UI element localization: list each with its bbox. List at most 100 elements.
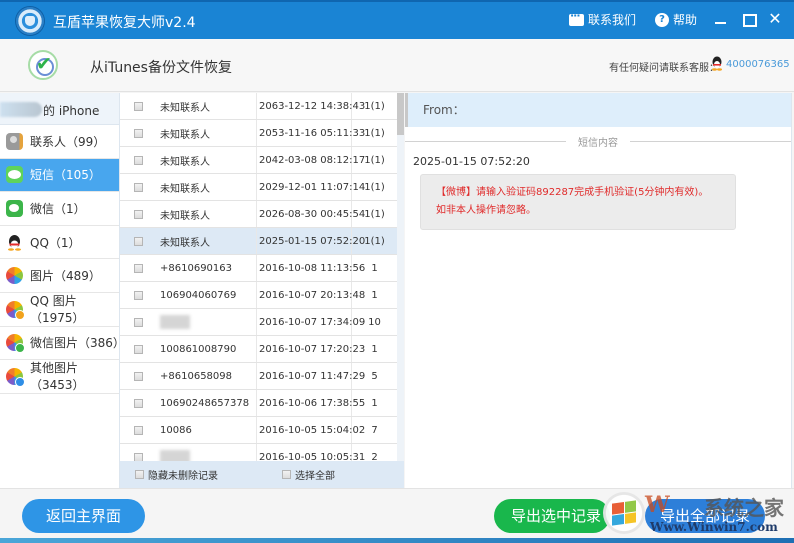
time-cell: 2016-10-07 11:47:29 <box>257 363 365 389</box>
count-cell: 1(1) <box>364 235 385 247</box>
message-line-2: 如非本人操作请忽略。 <box>436 205 536 216</box>
count-cell: 1(1) <box>364 127 385 139</box>
row-checkbox[interactable] <box>134 290 143 300</box>
support-phone-link[interactable]: 4000076365 <box>726 59 790 70</box>
mode-title: 从iTunes备份文件恢复 <box>90 60 232 76</box>
message-row[interactable]: 100861008790 2016-10-07 17:20:23 1 <box>120 336 397 363</box>
message-row[interactable]: 106904060769 2016-10-07 20:13:48 1 <box>120 282 397 309</box>
row-checkbox-cell[interactable] <box>120 155 157 165</box>
message-row[interactable]: +8610690163 2016-10-08 11:13:56 1 <box>120 255 397 282</box>
row-checkbox-cell[interactable] <box>120 452 157 461</box>
contact-us-label: 联系我们 <box>588 13 637 27</box>
count-cell: 1 <box>371 397 378 409</box>
name-cell: +8610658098 <box>157 363 257 389</box>
message-row[interactable]: 未知联系人 2053-11-16 05:11:33 1(1) <box>120 120 397 147</box>
sidebar-item[interactable]: 联系人（99） <box>0 125 119 159</box>
sidebar-item[interactable]: 微信图片（386） <box>0 327 125 361</box>
maximize-button[interactable] <box>740 10 758 28</box>
row-checkbox-cell[interactable] <box>120 344 157 354</box>
sidebar-item-label: 微信图片（386） <box>30 336 125 351</box>
help-button[interactable]: ? 帮助 <box>655 11 697 28</box>
message-row[interactable]: 未知联系人 2026-08-30 00:45:54 1(1) <box>120 201 397 228</box>
sidebar-item[interactable]: 微信（1） <box>0 192 119 226</box>
contacts-icon <box>6 132 23 150</box>
minimize-button[interactable] <box>712 10 730 28</box>
row-checkbox[interactable] <box>134 182 143 192</box>
name-cell: 未知联系人 <box>157 147 257 173</box>
row-checkbox[interactable] <box>134 236 143 246</box>
hide-undeleted-checkbox[interactable]: 隐藏未删除记录 <box>135 467 218 482</box>
row-checkbox-cell[interactable] <box>120 398 157 408</box>
sidebar-item[interactable]: 短信（105） <box>0 158 119 193</box>
contact-name: 106904060769 <box>160 289 237 301</box>
itunes-backup-check-icon <box>28 50 58 80</box>
other-photos-icon <box>6 367 25 387</box>
row-checkbox-cell[interactable] <box>120 317 157 327</box>
close-button[interactable]: ✕ <box>766 10 784 28</box>
row-checkbox-cell[interactable] <box>120 371 157 381</box>
message-row[interactable]: +8610658098 2016-10-07 11:47:29 5 <box>120 363 397 390</box>
back-to-main-button[interactable]: 返回主界面 <box>22 499 145 533</box>
count-cell: 1(1) <box>364 100 385 112</box>
sidebar-item[interactable]: QQ 图片（1975） <box>0 293 119 327</box>
message-row[interactable]: 10690248657378 2016-10-06 17:38:55 1 <box>120 390 397 417</box>
help-label: 帮助 <box>673 13 698 27</box>
row-checkbox[interactable] <box>134 317 143 327</box>
contact-name: 未知联系人 <box>160 102 210 114</box>
row-checkbox-cell[interactable] <box>120 101 157 111</box>
message-row[interactable]: 未知联系人 2042-03-08 08:12:17 1(1) <box>120 147 397 174</box>
sidebar-item-label: 微信（1） <box>30 201 86 216</box>
device-name: 的 iPhone <box>43 104 100 118</box>
row-checkbox[interactable] <box>134 209 143 219</box>
count-cell: 1(1) <box>364 181 385 193</box>
name-cell: 106904060769 <box>157 282 257 308</box>
checkbox-icon[interactable] <box>282 470 291 479</box>
row-checkbox[interactable] <box>134 452 143 461</box>
message-row[interactable]: 未知联系人 2029-12-01 11:07:14 1(1) <box>120 174 397 201</box>
sidebar-item-label: QQ 图片（1975） <box>30 294 85 326</box>
time-cell: 2025-01-15 07:52:20 <box>257 228 365 254</box>
bottom-bar: 返回主界面 导出选中记录 导出全部记录 <box>0 488 794 543</box>
message-row[interactable]: 2016-10-05 10:05:31 2 <box>120 444 397 461</box>
list-scrollbar[interactable] <box>397 93 404 461</box>
row-checkbox-cell[interactable] <box>120 182 157 192</box>
time-cell: 2016-10-07 20:13:48 <box>257 282 365 308</box>
sidebar-item[interactable]: 其他图片（3453） <box>0 360 119 394</box>
hide-undeleted-label: 隐藏未删除记录 <box>148 471 218 482</box>
name-cell: 未知联系人 <box>157 174 257 200</box>
name-cell: 未知联系人 <box>157 93 257 119</box>
contact-name: 未知联系人 <box>160 156 210 168</box>
name-cell: 未知联系人 <box>157 120 257 146</box>
export-selected-button[interactable]: 导出选中记录 <box>494 499 610 533</box>
row-checkbox-cell[interactable] <box>120 425 157 435</box>
message-row[interactable]: 2016-10-07 17:34:09 10 <box>120 309 397 336</box>
row-checkbox[interactable] <box>134 398 143 408</box>
row-checkbox[interactable] <box>134 425 143 435</box>
row-checkbox-cell[interactable] <box>120 290 157 300</box>
device-name-blurred <box>0 102 42 117</box>
row-checkbox-cell[interactable] <box>120 236 157 246</box>
row-checkbox[interactable] <box>134 371 143 381</box>
row-checkbox-cell[interactable] <box>120 128 157 138</box>
sidebar-item[interactable]: QQ（1） <box>0 226 119 260</box>
scrollbar-thumb[interactable] <box>397 93 404 135</box>
select-all-checkbox[interactable]: 选择全部 <box>282 467 335 482</box>
row-checkbox[interactable] <box>134 155 143 165</box>
row-checkbox[interactable] <box>134 263 143 273</box>
count-cell: 1 <box>371 289 378 301</box>
contact-us-button[interactable]: 联系我们 <box>569 9 637 28</box>
row-checkbox[interactable] <box>134 344 143 354</box>
sidebar-item[interactable]: 图片（489） <box>0 259 119 293</box>
message-row[interactable]: 未知联系人 2063-12-12 14:38:43 1(1) <box>120 93 397 120</box>
contact-name: +8610658098 <box>160 370 233 382</box>
row-checkbox-cell[interactable] <box>120 209 157 219</box>
blurred-contact-name <box>160 315 190 329</box>
row-checkbox-cell[interactable] <box>120 263 157 273</box>
message-row[interactable]: 10086 2016-10-05 15:04:02 7 <box>120 417 397 444</box>
row-checkbox[interactable] <box>134 101 143 111</box>
message-row[interactable]: 未知联系人 2025-01-15 07:52:20 1(1) <box>120 228 397 255</box>
row-checkbox[interactable] <box>134 128 143 138</box>
checkbox-icon[interactable] <box>135 470 144 479</box>
count-cell: 5 <box>371 370 378 382</box>
contact-name: +8610690163 <box>160 262 233 274</box>
